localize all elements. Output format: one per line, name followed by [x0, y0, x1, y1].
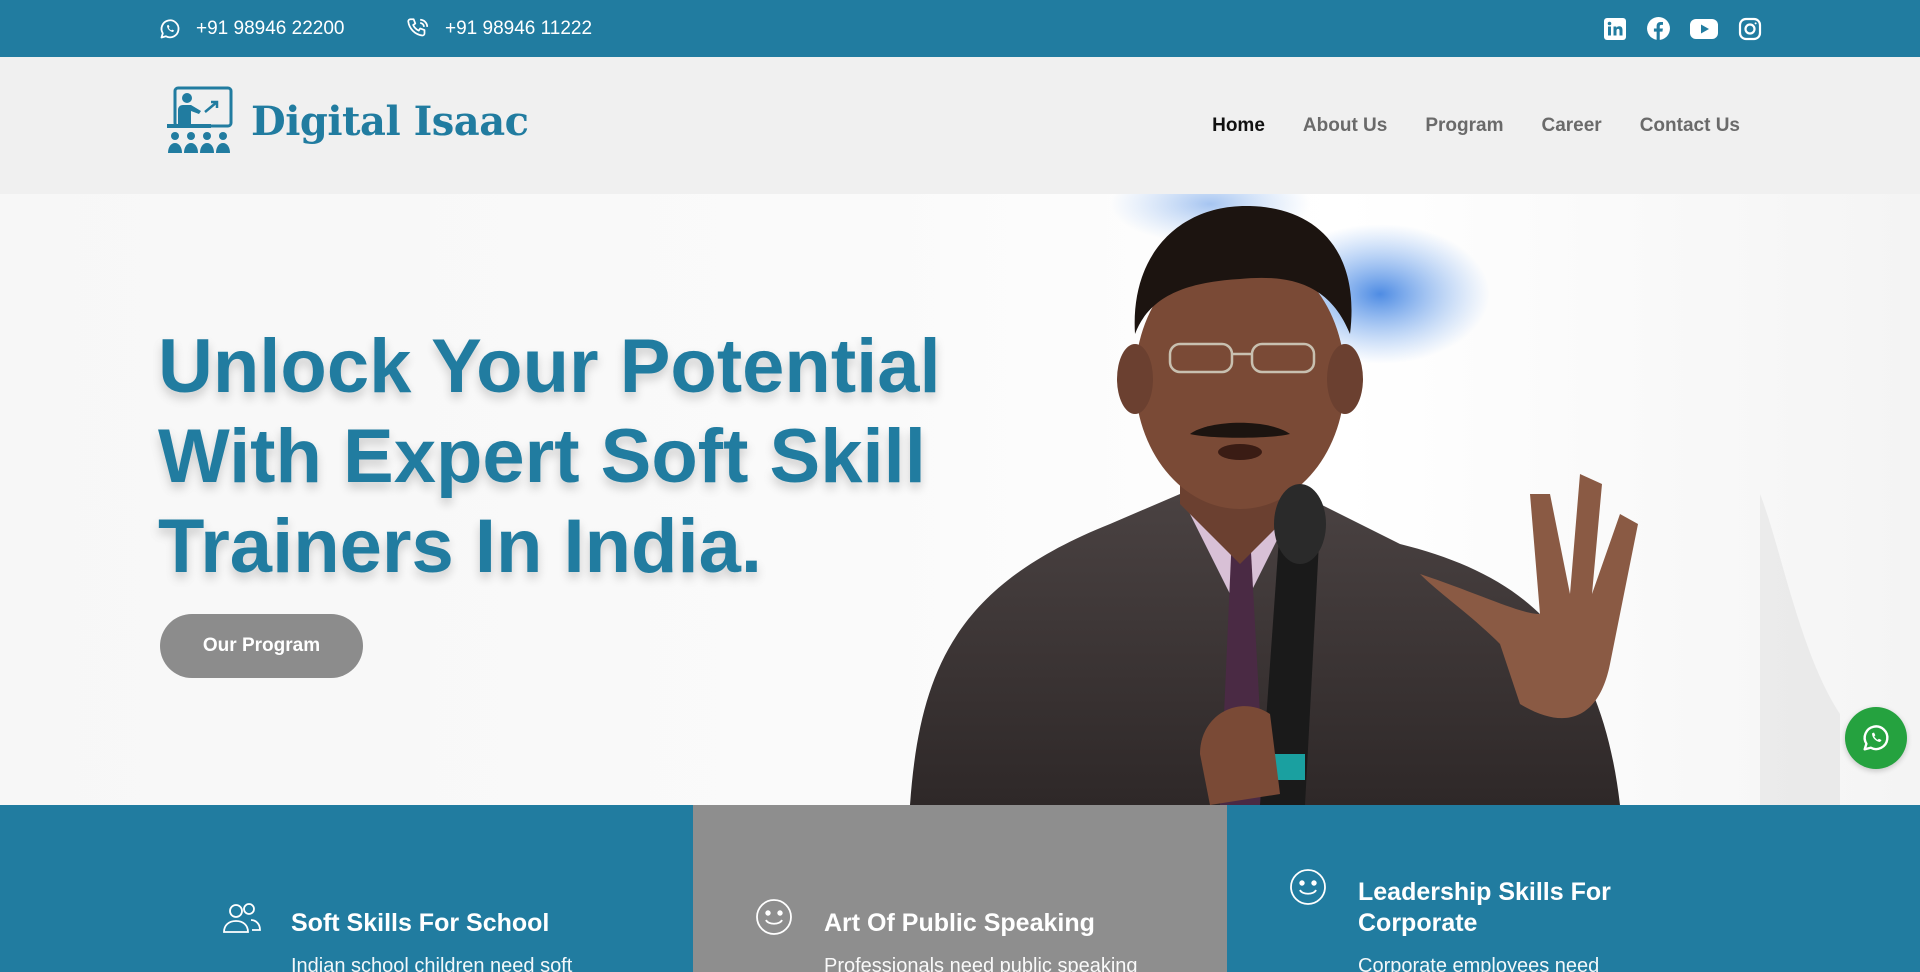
youtube-icon[interactable] — [1690, 16, 1718, 41]
feature-desc: Professionals need public speaking — [824, 955, 1138, 972]
nav-career[interactable]: Career — [1541, 115, 1601, 137]
teacher-logo-icon — [167, 86, 233, 153]
top-bar: +91 98946 22200 +91 98946 11222 — [0, 0, 1920, 57]
call-contact[interactable]: +91 98946 11222 — [405, 0, 592, 57]
whatsapp-icon — [160, 18, 180, 38]
nav-about-us[interactable]: About Us — [1303, 115, 1387, 137]
whatsapp-contact[interactable]: +91 98946 22200 — [158, 0, 344, 57]
smile-icon — [756, 899, 792, 935]
users-icon — [223, 903, 261, 933]
hero-title: Unlock Your Potential With Expert Soft S… — [158, 322, 1018, 592]
logo[interactable]: Digital Isaac — [165, 86, 529, 156]
instagram-icon[interactable] — [1737, 16, 1762, 41]
hero-section: Unlock Your Potential With Expert Soft S… — [0, 194, 1920, 805]
phone-icon — [407, 17, 429, 36]
feature-title: Soft Skills For School — [291, 909, 550, 937]
whatsapp-phone: +91 98946 22200 — [196, 17, 345, 39]
main-nav: Home About Us Program Career Contact Us — [1212, 57, 1740, 194]
feature-leadership-corporate[interactable]: Leadership Skills For Corporate Corporat… — [1227, 805, 1920, 972]
facebook-icon[interactable] — [1646, 16, 1671, 41]
feature-title: Leadership Skills For Corporate — [1358, 878, 1611, 937]
hero-title-line-3: Trainers In India. — [158, 504, 762, 589]
features-strip: Soft Skills For School Indian school chi… — [0, 805, 1920, 972]
smile-icon — [1290, 869, 1326, 905]
feature-soft-skills-school[interactable]: Soft Skills For School Indian school chi… — [0, 805, 693, 972]
hero-title-line-1: Unlock Your Potential — [158, 324, 941, 409]
nav-home[interactable]: Home — [1212, 115, 1265, 137]
feature-desc: Corporate employees need — [1358, 955, 1600, 972]
linkedin-icon[interactable] — [1602, 16, 1627, 41]
speaker-photo — [910, 194, 1840, 805]
nav-program[interactable]: Program — [1425, 115, 1503, 137]
hero-title-line-2: With Expert Soft Skill — [158, 414, 926, 499]
our-program-button[interactable]: Our Program — [160, 614, 363, 678]
feature-desc: Indian school children need soft — [291, 955, 573, 972]
whatsapp-float-button[interactable] — [1845, 707, 1907, 769]
whatsapp-icon — [1863, 725, 1889, 751]
feature-public-speaking[interactable]: Art Of Public Speaking Professionals nee… — [693, 805, 1227, 972]
logo-text: Digital Isaac — [251, 97, 529, 145]
nav-contact-us[interactable]: Contact Us — [1640, 115, 1740, 137]
site-header: Digital Isaac Home About Us Program Care… — [0, 57, 1920, 194]
social-links — [1602, 0, 1762, 57]
feature-title: Art Of Public Speaking — [824, 909, 1095, 937]
call-phone: +91 98946 11222 — [445, 17, 593, 39]
